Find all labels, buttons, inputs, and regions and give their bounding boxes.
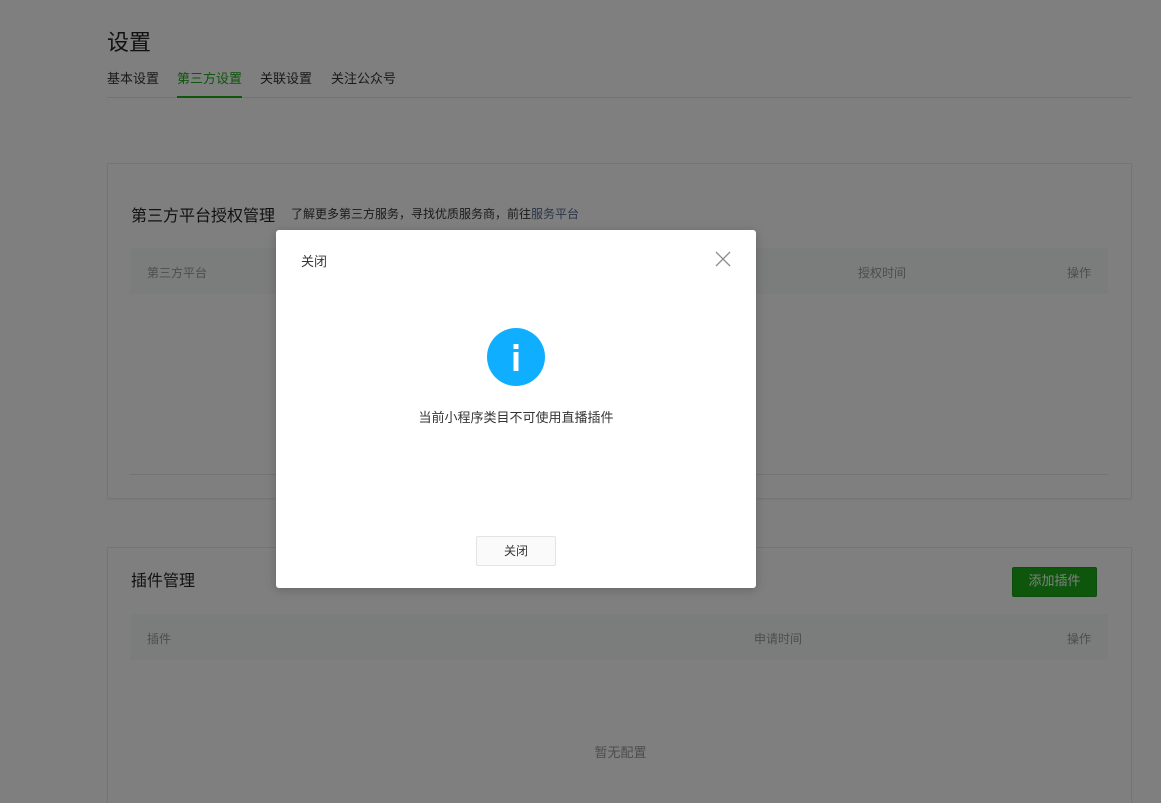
close-icon[interactable] — [713, 249, 733, 269]
alert-dialog: 关闭 当前小程序类目不可使用直播插件 关闭 — [276, 230, 756, 588]
info-icon — [487, 328, 545, 386]
dialog-message: 当前小程序类目不可使用直播插件 — [418, 411, 614, 426]
dialog-title: 关闭 — [301, 255, 328, 270]
close-button[interactable]: 关闭 — [476, 536, 556, 566]
